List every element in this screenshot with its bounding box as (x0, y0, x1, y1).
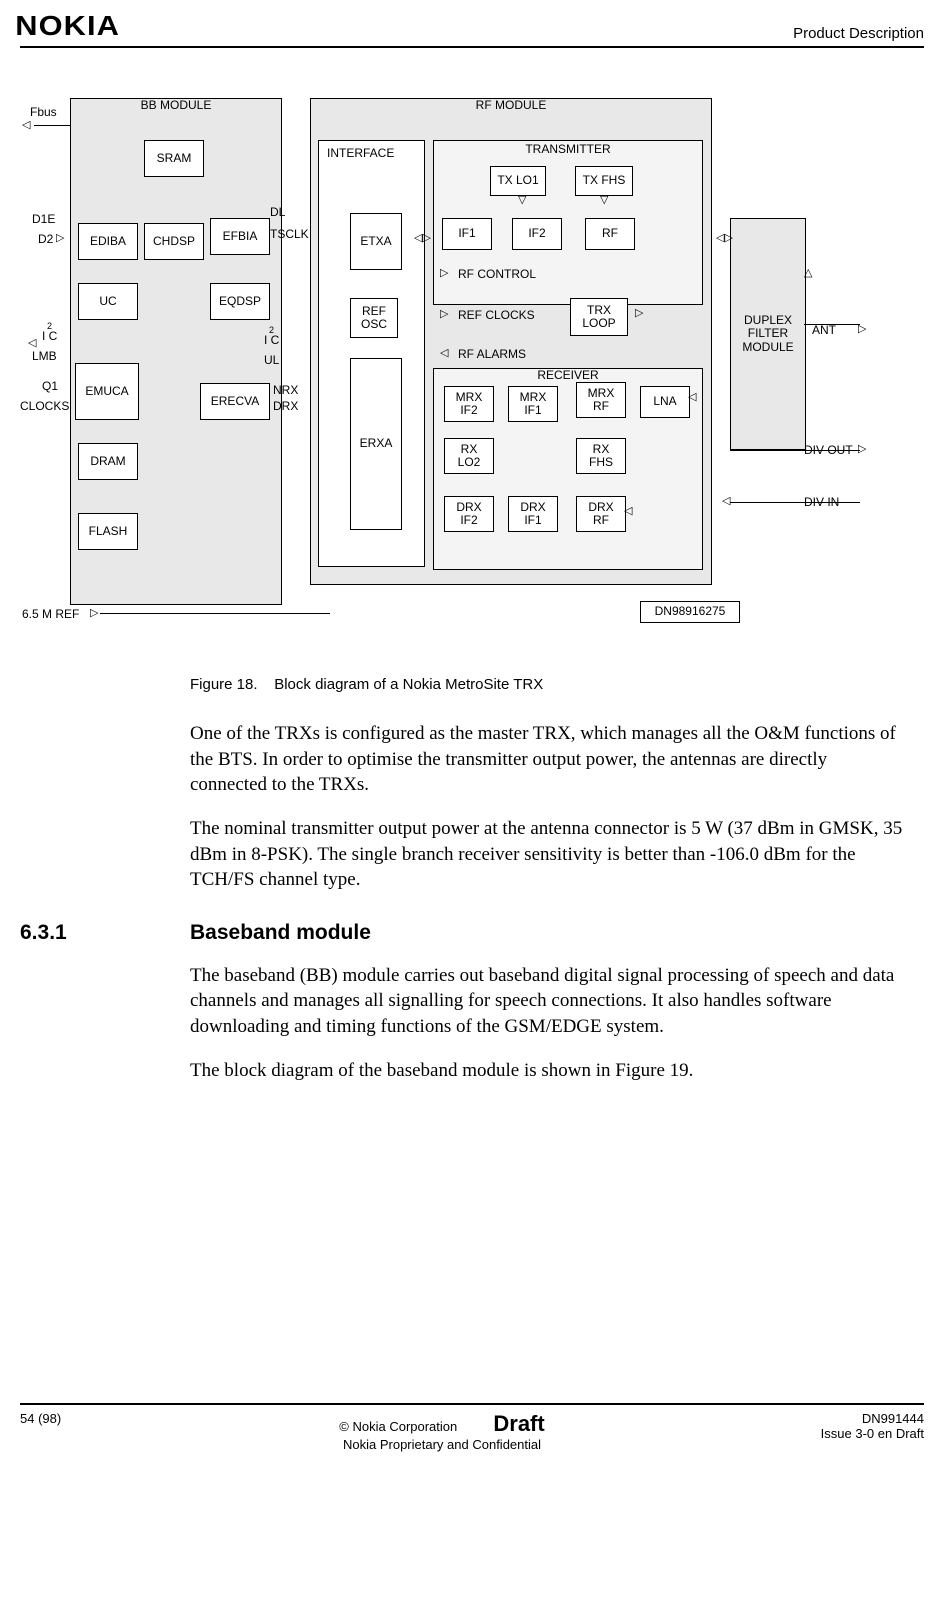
q1-label: Q1 (42, 380, 58, 393)
section-p1: The baseband (BB) module carries out bas… (190, 963, 904, 1040)
i2c-r-sup: 2 (269, 326, 274, 336)
drx-label: DRX (273, 400, 298, 413)
chdsp-block: CHDSP (144, 223, 204, 260)
ant-label: ANT (812, 324, 836, 337)
footer-issue: Issue 3-0 en Draft (821, 1426, 924, 1441)
paragraph-2: The nominal transmitter output power at … (190, 816, 904, 893)
efbia-block: EFBIA (210, 218, 270, 255)
txlo1-block: TX LO1 (490, 166, 546, 196)
drxif2-block: DRX IF2 (444, 496, 494, 532)
uc-block: UC (78, 283, 138, 320)
diagram-docnum: DN98916275 (640, 601, 740, 623)
nrx-label: NRX (273, 384, 298, 397)
ref-clocks-label: REF CLOCKS (458, 309, 535, 322)
section-p2: The block diagram of the baseband module… (190, 1058, 904, 1084)
i2c-top-sup: 2 (47, 322, 52, 332)
ref65-label: 6.5 M REF (22, 608, 79, 621)
footer-draft: Draft (493, 1411, 544, 1436)
txfhs-block: TX FHS (575, 166, 633, 196)
flash-block: FLASH (78, 513, 138, 550)
if1-block: IF1 (442, 218, 492, 250)
clocks-label: CLOCKS (20, 400, 69, 413)
ediba-block: EDIBA (78, 223, 138, 260)
paragraph-1: One of the TRXs is configured as the mas… (190, 721, 904, 798)
drxif1-block: DRX IF1 (508, 496, 558, 532)
footer-confidential: Nokia Proprietary and Confidential (343, 1437, 541, 1452)
rxfhs-block: RX FHS (576, 438, 626, 474)
mrxrf-block: MRX RF (576, 382, 626, 418)
bb-module-title: BB MODULE (71, 99, 281, 112)
if2-block: IF2 (512, 218, 562, 250)
erxa-block: ERXA (350, 358, 402, 530)
i2c-r-label: I C (264, 334, 279, 347)
rf-control-label: RF CONTROL (458, 268, 536, 281)
lmb-label: LMB (32, 350, 57, 363)
transmitter-title: TRANSMITTER (434, 143, 702, 156)
dram-block: DRAM (78, 443, 138, 480)
receiver-title: RECEIVER (434, 369, 702, 382)
etxa-block: ETXA (350, 213, 402, 270)
sram-block: SRAM (144, 140, 204, 177)
rf-alarms-label: RF ALARMS (458, 348, 526, 361)
i2c-top-label: I C (42, 330, 57, 343)
tsclk-label: TSCLK (270, 228, 309, 241)
nokia-logo: NOKIA (15, 10, 120, 42)
figure-caption: Figure 18. Block diagram of a Nokia Metr… (190, 676, 924, 693)
rxlo2-block: RX LO2 (444, 438, 494, 474)
page-footer: 54 (98) © Nokia Corporation Draft Nokia … (20, 1403, 924, 1452)
d2-label: D2 (38, 233, 53, 246)
lna-block: LNA (640, 386, 690, 418)
block-diagram: BB MODULE RF MODULE Fbus ◁ D1E D2 ▷ I C … (20, 88, 920, 648)
page-header: NOKIA Product Description (20, 10, 924, 48)
figure-label: Figure 18. (190, 676, 258, 693)
section-heading: 6.3.1 Baseband module (20, 921, 924, 945)
mrxif2-block: MRX IF2 (444, 386, 494, 422)
figure-title: Block diagram of a Nokia MetroSite TRX (274, 676, 543, 693)
rf-block: RF (585, 218, 635, 250)
footer-docnum: DN991444 (862, 1411, 924, 1426)
d1e-label: D1E (32, 213, 55, 226)
fbus-label: Fbus (30, 106, 57, 119)
section-title: Baseband module (190, 921, 371, 945)
drxrf-block: DRX RF (576, 496, 626, 532)
dl-label: DL (270, 206, 285, 219)
trxloop-block: TRX LOOP (570, 298, 628, 336)
rf-module-title: RF MODULE (311, 99, 711, 112)
mrxif1-block: MRX IF1 (508, 386, 558, 422)
refosc-block: REF OSC (350, 298, 398, 338)
duplex-filter-module: DUPLEX FILTER MODULE (730, 218, 806, 450)
footer-copyright: © Nokia Corporation (339, 1419, 457, 1434)
erecva-block: ERECVA (200, 383, 270, 420)
emuca-block: EMUCA (75, 363, 139, 420)
footer-page-num: 54 (98) (20, 1411, 160, 1426)
interface-title: INTERFACE (327, 147, 394, 160)
section-number: 6.3.1 (20, 921, 190, 945)
eqdsp-block: EQDSP (210, 283, 270, 320)
ul-label: UL (264, 354, 279, 367)
header-doc-title: Product Description (793, 25, 924, 42)
